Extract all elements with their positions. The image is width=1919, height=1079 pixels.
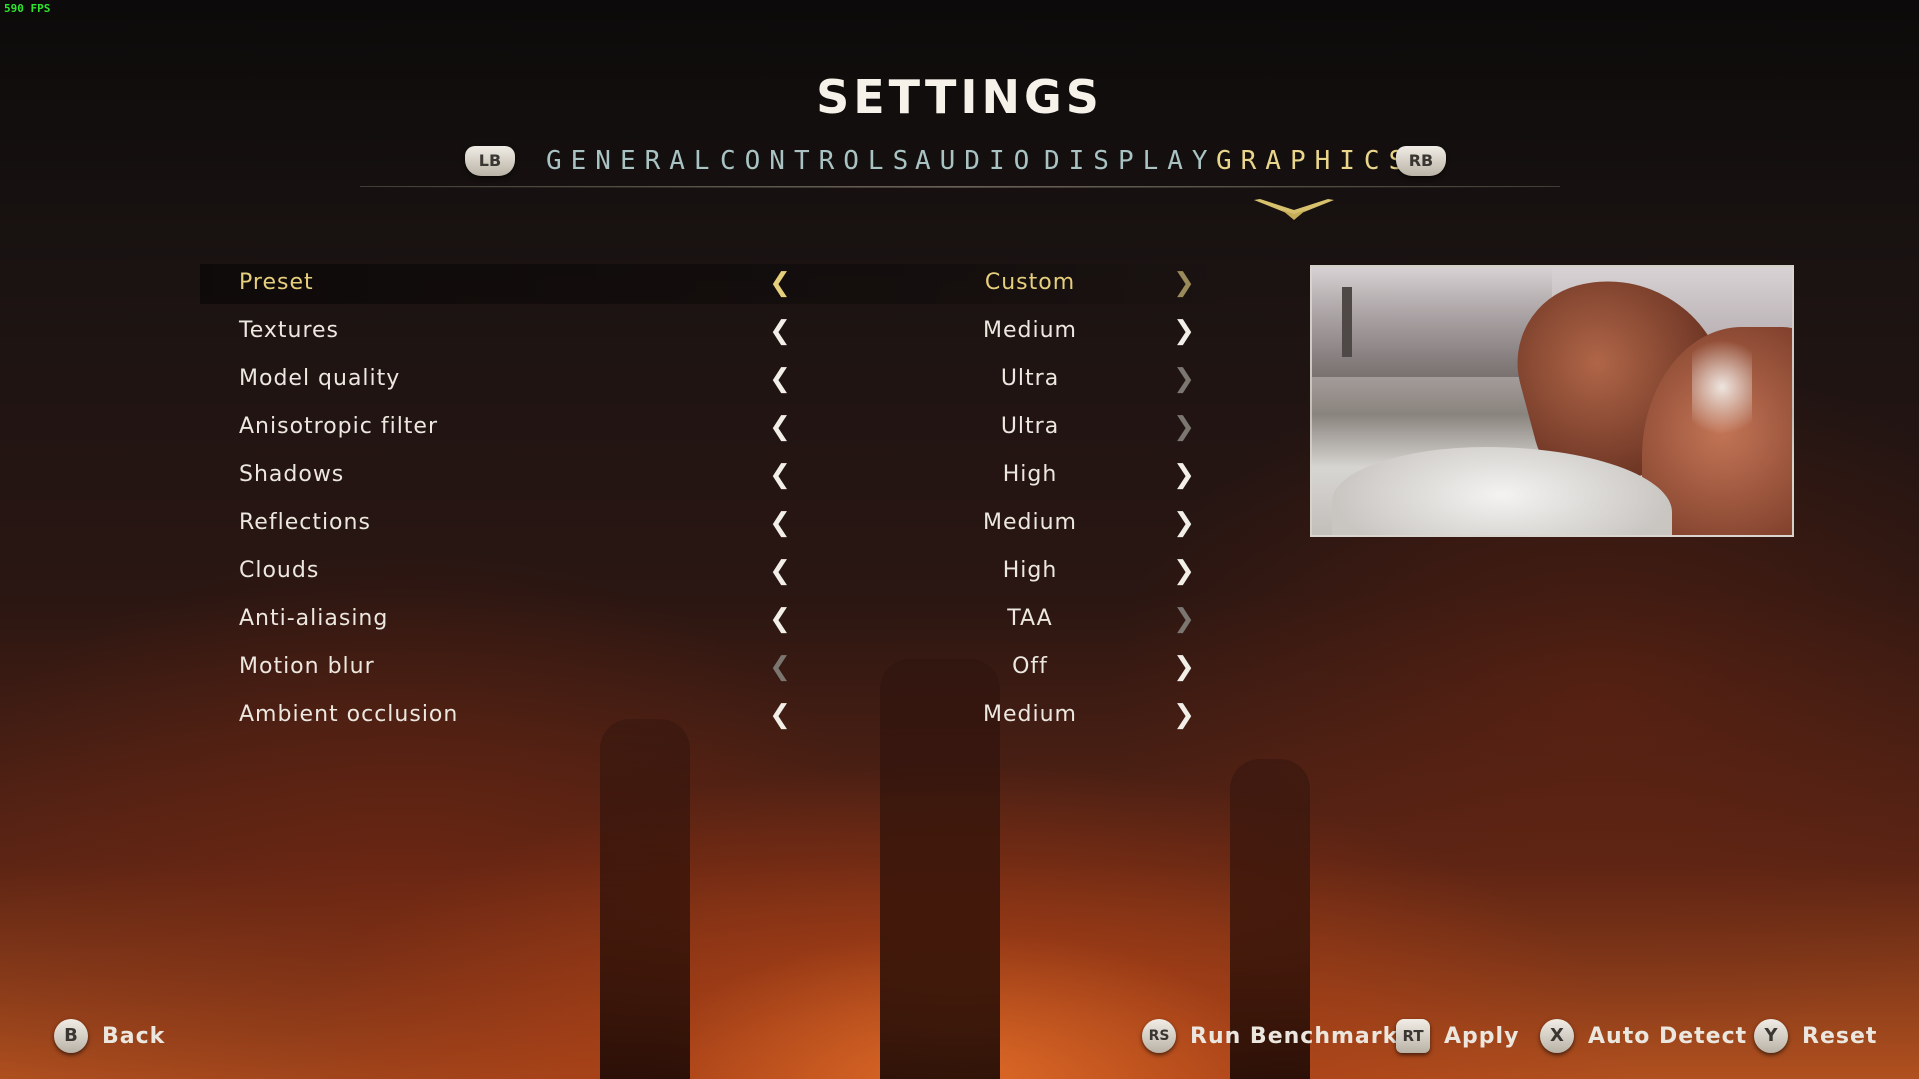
chevron-left-icon[interactable]: ❮	[766, 315, 794, 347]
chevron-left-icon[interactable]: ❮	[766, 651, 794, 683]
setting-value: Medium	[983, 702, 1077, 727]
page-title: SETTINGS	[816, 70, 1103, 124]
setting-value: TAA	[1007, 606, 1053, 631]
apply-label: Apply	[1444, 1023, 1520, 1049]
setting-label: Anti-aliasing	[239, 606, 389, 631]
back-label: Back	[102, 1023, 166, 1049]
chevron-right-icon[interactable]: ❯	[1170, 699, 1198, 731]
auto-detect-label: Auto Detect	[1588, 1023, 1748, 1049]
chevron-left-icon[interactable]: ❮	[766, 411, 794, 443]
apply-button[interactable]: RT Apply	[1396, 1016, 1519, 1056]
setting-row-model-quality[interactable]: Model quality ❮ Ultra ❯	[220, 360, 1220, 400]
tab-audio[interactable]: AUDIO	[915, 146, 1038, 176]
reset-button[interactable]: Y Reset	[1754, 1016, 1877, 1056]
setting-label: Motion blur	[239, 654, 375, 679]
chevron-right-icon[interactable]: ❯	[1170, 603, 1198, 635]
run-benchmark-label: Run Benchmark	[1190, 1023, 1399, 1049]
setting-row-reflections[interactable]: Reflections ❮ Medium ❯	[220, 504, 1220, 544]
setting-row-motion-blur[interactable]: Motion blur ❮ Off ❯	[220, 648, 1220, 688]
chevron-left-icon[interactable]: ❮	[766, 699, 794, 731]
rs-button-icon: RS	[1142, 1019, 1176, 1053]
run-benchmark-button[interactable]: RS Run Benchmark	[1142, 1016, 1398, 1056]
setting-row-ambient-occlusion[interactable]: Ambient occlusion ❮ Medium ❯	[220, 696, 1220, 736]
setting-row-textures[interactable]: Textures ❮ Medium ❯	[220, 312, 1220, 352]
chevron-left-icon[interactable]: ❮	[766, 267, 794, 299]
chevron-left-icon[interactable]: ❮	[766, 507, 794, 539]
setting-preview-image	[1310, 265, 1794, 537]
setting-value: Custom	[984, 270, 1076, 295]
reset-label: Reset	[1802, 1023, 1878, 1049]
tab-general[interactable]: GENERAL	[546, 146, 719, 176]
fps-counter: 590 FPS	[4, 2, 51, 15]
setting-label: Textures	[239, 318, 339, 343]
x-button-icon: X	[1540, 1019, 1574, 1053]
tab-bar-divider	[360, 186, 1560, 188]
background-pillar	[600, 719, 690, 1079]
setting-value: High	[1002, 558, 1058, 583]
chevron-left-icon[interactable]: ❮	[766, 459, 794, 491]
setting-label: Anisotropic filter	[239, 414, 439, 439]
tab-graphics[interactable]: GRAPHICS	[1216, 146, 1413, 176]
setting-label: Clouds	[239, 558, 320, 583]
chevron-right-icon[interactable]: ❯	[1170, 315, 1198, 347]
setting-label: Reflections	[239, 510, 371, 535]
chevron-right-icon[interactable]: ❯	[1170, 267, 1198, 299]
chevron-right-icon[interactable]: ❯	[1170, 651, 1198, 683]
rb-bumper-button[interactable]: RB	[1396, 146, 1446, 176]
chevron-right-icon[interactable]: ❯	[1170, 363, 1198, 395]
chevron-right-icon[interactable]: ❯	[1170, 555, 1198, 587]
setting-label: Shadows	[239, 462, 345, 487]
setting-value: Ultra	[1000, 366, 1060, 391]
tab-controls[interactable]: CONTROLS	[720, 146, 917, 176]
tab-display[interactable]: DISPLAY	[1044, 146, 1217, 176]
auto-detect-button[interactable]: X Auto Detect	[1540, 1016, 1747, 1056]
setting-value: Off	[1012, 654, 1048, 679]
setting-value: Ultra	[1000, 414, 1060, 439]
setting-value: High	[1002, 462, 1058, 487]
chevron-left-icon[interactable]: ❮	[766, 603, 794, 635]
preview-post	[1342, 287, 1352, 357]
setting-value: Medium	[983, 510, 1077, 535]
y-button-icon: Y	[1754, 1019, 1788, 1053]
chevron-right-icon[interactable]: ❯	[1170, 459, 1198, 491]
setting-row-clouds[interactable]: Clouds ❮ High ❯	[220, 552, 1220, 592]
setting-row-anisotropic-filter[interactable]: Anisotropic filter ❮ Ultra ❯	[220, 408, 1220, 448]
back-button[interactable]: B Back	[54, 1016, 165, 1056]
chevron-right-icon[interactable]: ❯	[1170, 507, 1198, 539]
setting-label: Ambient occlusion	[239, 702, 459, 727]
chevron-right-icon[interactable]: ❯	[1170, 411, 1198, 443]
setting-row-shadows[interactable]: Shadows ❮ High ❯	[220, 456, 1220, 496]
b-button-icon: B	[54, 1019, 88, 1053]
chevron-left-icon[interactable]: ❮	[766, 363, 794, 395]
chevron-left-icon[interactable]: ❮	[766, 555, 794, 587]
rt-trigger-icon: RT	[1396, 1019, 1430, 1053]
setting-label: Model quality	[239, 366, 401, 391]
active-tab-chevron-icon	[1254, 199, 1334, 220]
setting-value: Medium	[983, 318, 1077, 343]
setting-row-anti-aliasing[interactable]: Anti-aliasing ❮ TAA ❯	[220, 600, 1220, 640]
setting-row-preset[interactable]: Preset ❮ Custom ❯	[200, 264, 1240, 304]
setting-label: Preset	[239, 270, 314, 295]
lb-bumper-button[interactable]: LB	[465, 146, 515, 176]
preview-snow	[1692, 327, 1752, 447]
